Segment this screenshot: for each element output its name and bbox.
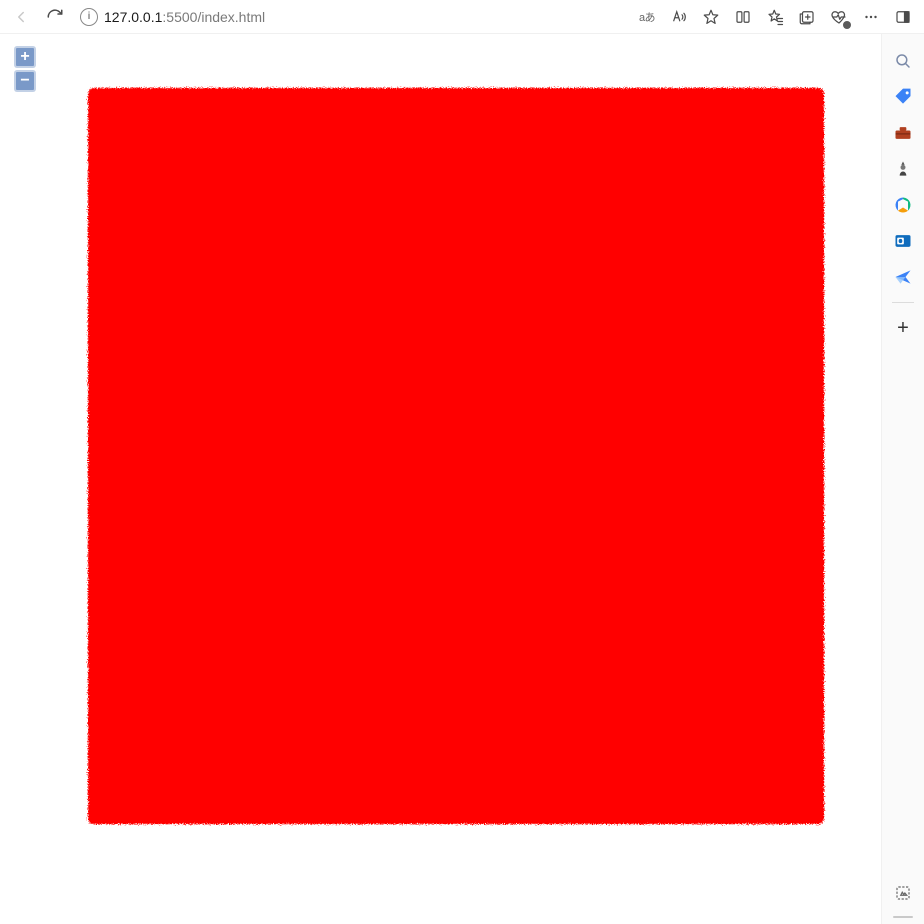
send-icon[interactable] xyxy=(886,260,920,294)
url-path: /index.html xyxy=(197,9,265,25)
translate-label: aあ xyxy=(639,9,655,25)
outlook-icon[interactable] xyxy=(886,224,920,258)
collections-button[interactable] xyxy=(792,2,822,32)
more-button[interactable] xyxy=(856,2,886,32)
sidebar-separator xyxy=(892,302,914,303)
m365-icon[interactable] xyxy=(886,188,920,222)
url-text: 127.0.0.1:5500/index.html xyxy=(104,9,265,25)
workspace: + − xyxy=(0,34,924,924)
zoom-in-button[interactable]: + xyxy=(14,46,36,68)
status-dot-icon xyxy=(843,21,851,29)
sidebar-bottom xyxy=(882,876,924,924)
map-zoom-controls: + − xyxy=(14,46,36,92)
add-label: + xyxy=(897,317,909,340)
favorites-list-button[interactable] xyxy=(760,2,790,32)
site-info-label: i xyxy=(88,11,91,22)
page-content: + − xyxy=(6,40,875,918)
browser-toolbar: i 127.0.0.1:5500/index.html aあ xyxy=(0,0,924,34)
refresh-button[interactable] xyxy=(40,2,70,32)
favorite-button[interactable] xyxy=(696,2,726,32)
page-viewport[interactable]: + − xyxy=(0,34,882,924)
toolbar-right-icons: aあ xyxy=(632,2,918,32)
zoom-out-button[interactable]: − xyxy=(14,70,36,92)
zoom-in-label: + xyxy=(20,49,29,65)
add-sidebar-item-button[interactable]: + xyxy=(886,311,920,345)
browser-sidebar: + xyxy=(882,34,924,924)
games-icon[interactable] xyxy=(886,152,920,186)
zoom-out-label: − xyxy=(20,73,29,89)
url-port: :5500 xyxy=(162,9,197,25)
site-info-icon[interactable]: i xyxy=(80,8,98,26)
screenshot-tool-icon[interactable] xyxy=(886,876,920,910)
feature-svg xyxy=(80,80,832,832)
split-screen-button[interactable] xyxy=(728,2,758,32)
back-button[interactable] xyxy=(6,2,36,32)
shopping-tag-icon[interactable] xyxy=(886,80,920,114)
read-aloud-button[interactable] xyxy=(664,2,694,32)
map-polygon-feature[interactable] xyxy=(88,88,824,824)
toolbox-icon[interactable] xyxy=(886,116,920,150)
browser-essentials-button[interactable] xyxy=(824,2,854,32)
sidebar-handle[interactable] xyxy=(893,916,913,918)
url-host: 127.0.0.1 xyxy=(104,9,162,25)
translate-button[interactable]: aあ xyxy=(632,2,662,32)
map-feature-layer xyxy=(80,80,832,832)
sidebar-toggle-button[interactable] xyxy=(888,2,918,32)
search-tool-icon[interactable] xyxy=(886,44,920,78)
address-bar[interactable]: i 127.0.0.1:5500/index.html xyxy=(76,2,626,32)
